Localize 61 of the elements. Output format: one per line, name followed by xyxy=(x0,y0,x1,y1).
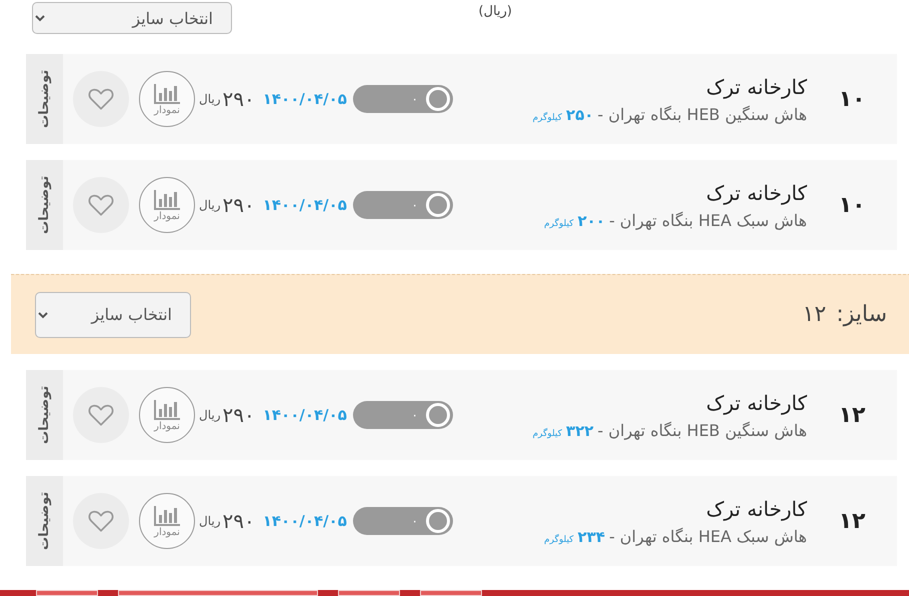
heart-icon xyxy=(88,193,114,217)
price: ۲۹۰ xyxy=(222,403,255,427)
product-description: هاش سنگین HEB بنگاه تهران - xyxy=(598,420,807,440)
description-tab[interactable]: توضیحات xyxy=(26,476,63,566)
toggle-switch[interactable]: ۰ xyxy=(352,191,453,219)
weight: ۲۵۰ xyxy=(566,106,594,124)
currency: ریال xyxy=(199,92,221,106)
taskbar-button[interactable] xyxy=(118,590,318,596)
seller-name: کارخانه ترک xyxy=(706,390,807,414)
size-number: ۱۲ xyxy=(838,402,866,428)
bar-chart-icon xyxy=(153,398,181,420)
bar-chart-icon xyxy=(153,504,181,526)
weight: ۲۳۴ xyxy=(578,528,606,546)
weight-unit: کیلوگرم xyxy=(544,534,574,544)
heart-icon xyxy=(88,403,114,427)
size-number: ۱۰ xyxy=(838,86,866,112)
heart-icon xyxy=(88,509,114,533)
taskbar-button[interactable] xyxy=(338,590,400,596)
weight-unit: کیلوگرم xyxy=(544,218,574,228)
description-tab[interactable]: توضیحات xyxy=(26,160,63,250)
date: ۱۴۰۰/۰۴/۰۵ xyxy=(262,406,347,424)
currency: ریال xyxy=(199,514,221,528)
price: ۲۹۰ xyxy=(222,87,255,111)
seller-name: کارخانه ترک xyxy=(706,180,807,204)
toggle-switch[interactable]: ۰ xyxy=(352,85,453,113)
product-description: هاش سنگین HEB بنگاه تهران - xyxy=(598,104,807,124)
size-select[interactable]: انتخاب سایز xyxy=(32,2,232,34)
chart-button[interactable]: نمودار xyxy=(139,71,195,127)
date: ۱۴۰۰/۰۴/۰۵ xyxy=(262,196,347,214)
size-number: ۱۲ xyxy=(838,508,866,534)
weight: ۳۲۲ xyxy=(566,422,594,440)
toggle-switch[interactable]: ۰ xyxy=(352,401,453,429)
bar-chart-icon xyxy=(153,188,181,210)
product-description: هاش سبک HEA بنگاه تهران - xyxy=(609,210,807,230)
weight: ۲۰۰ xyxy=(578,212,606,230)
taskbar-button[interactable] xyxy=(36,590,98,596)
date: ۱۴۰۰/۰۴/۰۵ xyxy=(262,90,347,108)
chart-button[interactable]: نمودار xyxy=(139,387,195,443)
date: ۱۴۰۰/۰۴/۰۵ xyxy=(262,512,347,530)
weight-unit: کیلوگرم xyxy=(532,112,562,122)
toggle-switch[interactable]: ۰ xyxy=(352,507,453,535)
price: ۲۹۰ xyxy=(222,509,255,533)
size-label: سایز: xyxy=(836,302,887,327)
currency-unit: (ریال) xyxy=(478,4,512,19)
seller-name: کارخانه ترک xyxy=(706,496,807,520)
currency: ریال xyxy=(199,198,221,212)
product-description: هاش سبک HEA بنگاه تهران - xyxy=(609,526,807,546)
bar-chart-icon xyxy=(153,82,181,104)
heart-icon xyxy=(88,87,114,111)
weight-unit: کیلوگرم xyxy=(532,428,562,438)
chart-button[interactable]: نمودار xyxy=(139,177,195,233)
currency: ریال xyxy=(199,408,221,422)
description-tab[interactable]: توضیحات xyxy=(26,54,63,144)
price: ۲۹۰ xyxy=(222,193,255,217)
size-select[interactable]: انتخاب سایز xyxy=(35,292,191,338)
size-number: ۱۰ xyxy=(838,192,866,218)
description-tab[interactable]: توضیحات xyxy=(26,370,63,460)
taskbar-button[interactable] xyxy=(420,590,482,596)
size-value: ۱۲ xyxy=(802,302,826,327)
chart-button[interactable]: نمودار xyxy=(139,493,195,549)
seller-name: کارخانه ترک xyxy=(706,74,807,98)
